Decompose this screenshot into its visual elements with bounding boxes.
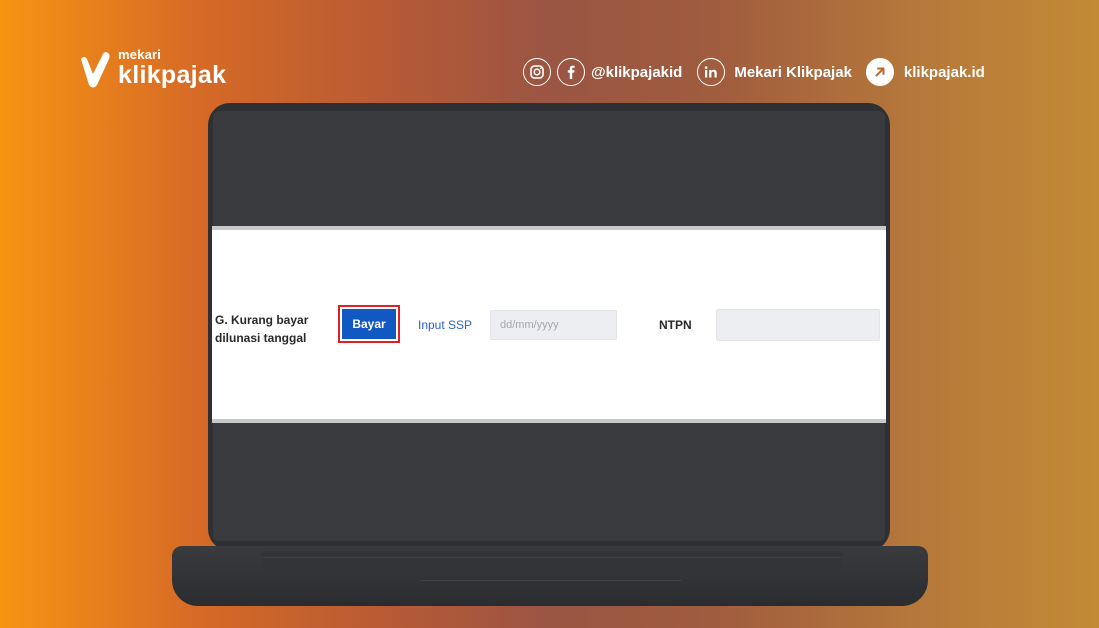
payment-date-input[interactable]	[490, 310, 617, 340]
social-handle[interactable]: @klikpajakid	[591, 64, 682, 81]
ntpn-label: NTPN	[659, 318, 692, 332]
payment-date-label: G. Kurang bayar dilunasi tanggal	[215, 313, 309, 345]
ntpn-input[interactable]	[716, 309, 880, 341]
social-links: @klikpajakid Mekari Klikpajak klikpajak.…	[523, 58, 985, 86]
arrow-up-right-icon[interactable]	[865, 58, 894, 86]
linkedin-icon[interactable]	[697, 58, 726, 86]
pay-button[interactable]: Bayar	[338, 305, 400, 343]
checkmark-logo-icon	[81, 52, 110, 88]
laptop-trackpad	[420, 569, 682, 581]
input-ssp-link[interactable]: Input SSP	[418, 318, 472, 332]
facebook-icon[interactable]	[557, 58, 585, 86]
website-link[interactable]: klikpajak.id	[904, 64, 985, 81]
instagram-icon[interactable]	[523, 58, 551, 86]
laptop-keyboard	[262, 551, 842, 571]
linkedin-name[interactable]: Mekari Klikpajak	[734, 64, 852, 81]
brand-logo: mekari klikpajak	[78, 48, 226, 90]
pay-button-label: Bayar	[342, 309, 396, 339]
brand-name: klikpajak	[118, 61, 227, 89]
brand-mekari: mekari	[118, 47, 162, 62]
